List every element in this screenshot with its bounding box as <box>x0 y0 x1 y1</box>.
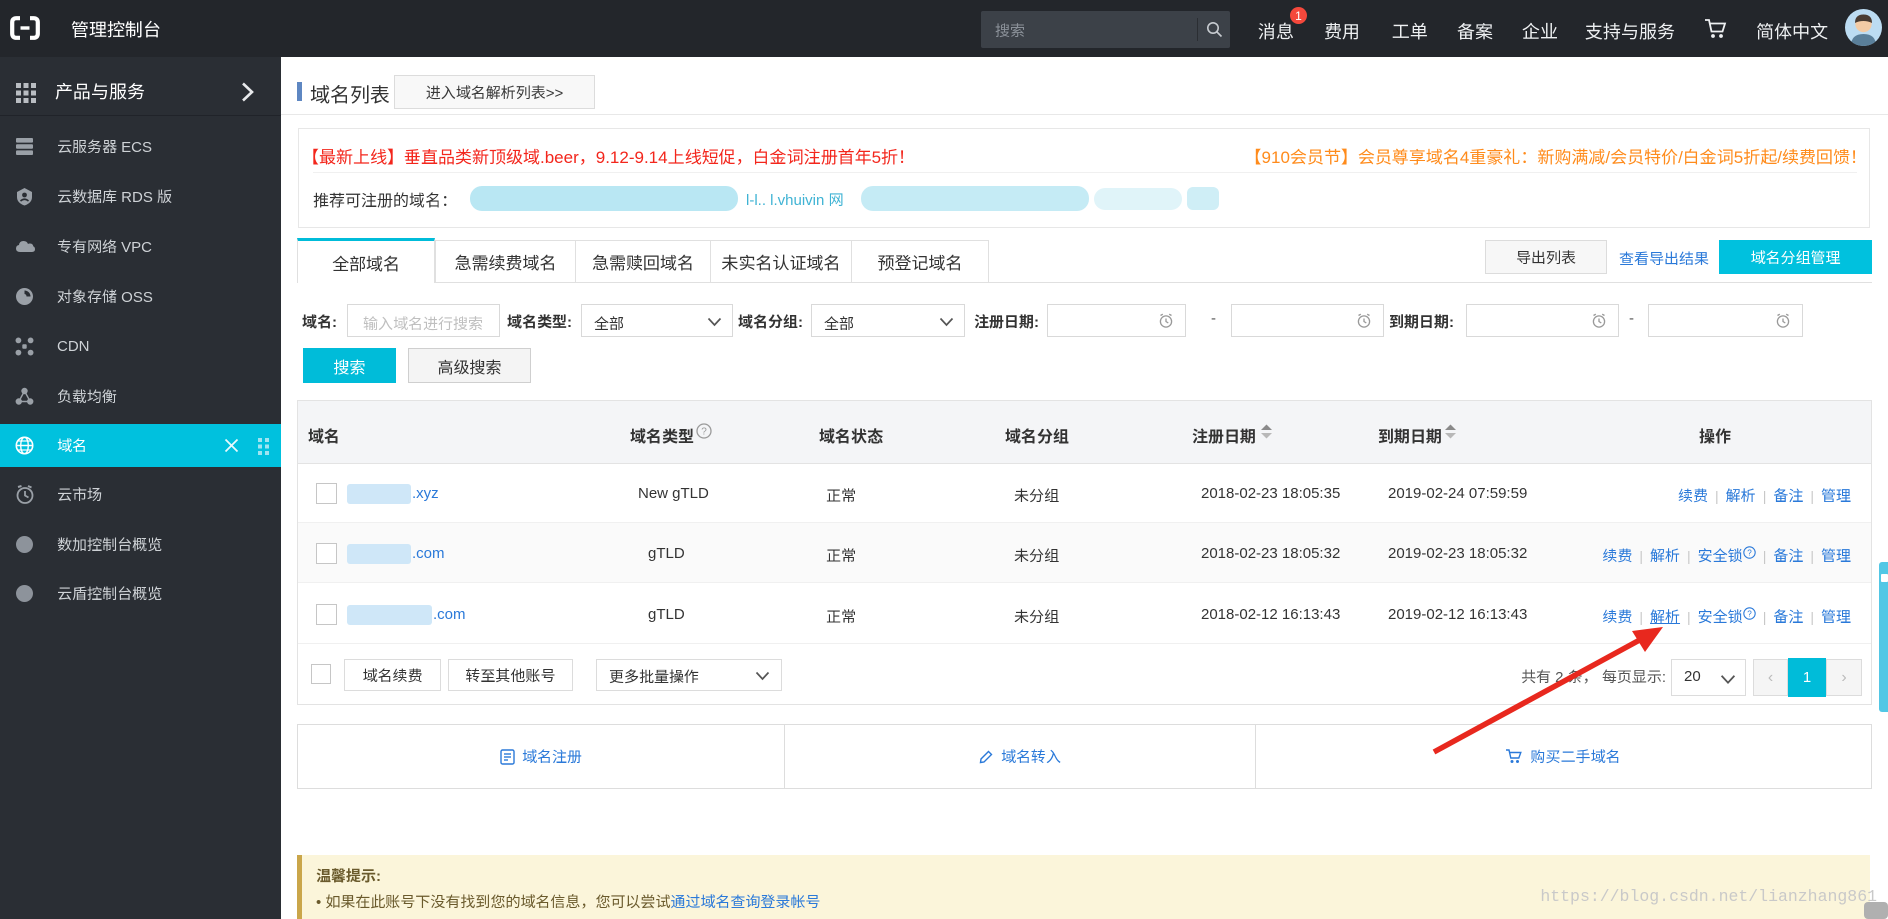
svg-text:?: ? <box>1747 548 1752 557</box>
svg-text:?: ? <box>1747 609 1752 618</box>
svg-text:?: ? <box>701 426 707 437</box>
